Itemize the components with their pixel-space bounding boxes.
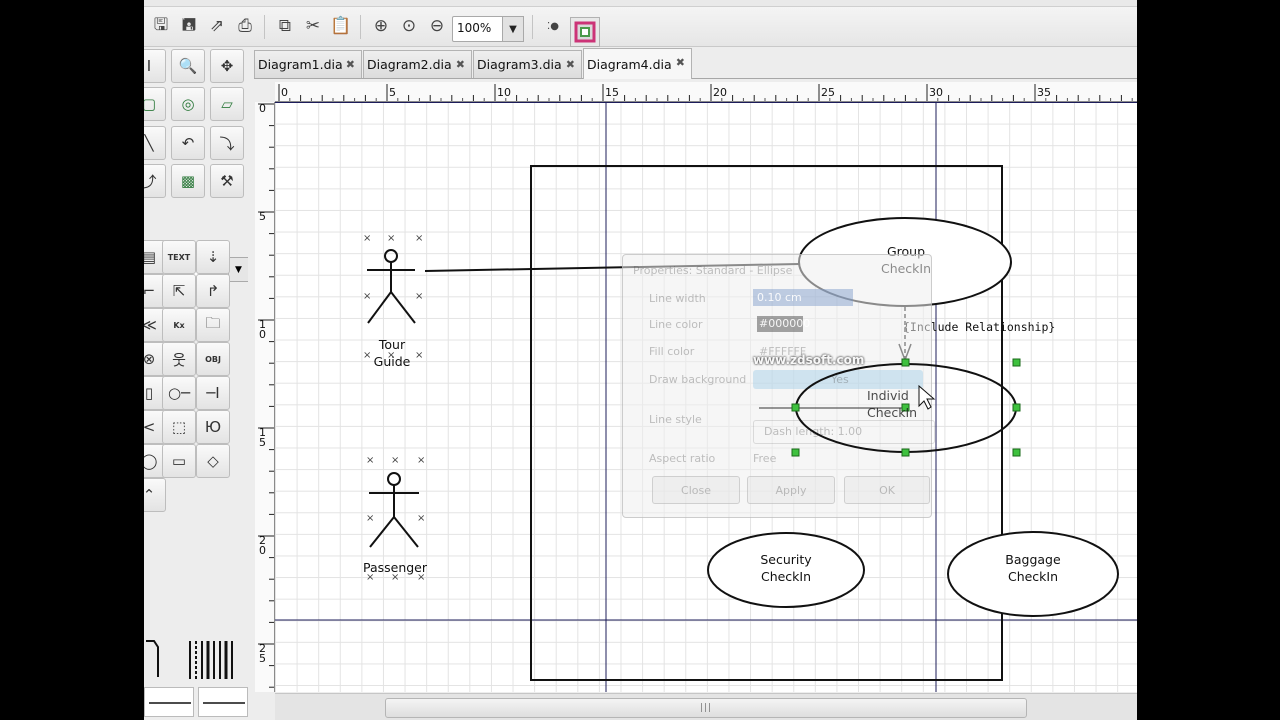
uml-fork-icon[interactable]: ⌃ bbox=[144, 478, 166, 512]
polygon-tool-icon[interactable]: ▱ bbox=[210, 87, 244, 121]
uml-activity-icon[interactable]: ▭ bbox=[162, 444, 196, 478]
ruler-label: 5 bbox=[389, 86, 396, 99]
vertical-ruler: 0510152025 bbox=[255, 102, 275, 692]
close-icon[interactable]: ✖ bbox=[456, 58, 465, 71]
magnify-tool-icon[interactable]: 🔍 bbox=[171, 49, 205, 83]
end-arrow-graphic bbox=[203, 702, 245, 704]
ruler-label: 30 bbox=[929, 86, 943, 99]
toolbar-separator bbox=[360, 15, 361, 39]
horizontal-ruler: 0 5 10 15 20 25 30 35 bbox=[275, 82, 1137, 102]
line-style-preview[interactable] bbox=[144, 637, 248, 681]
tab-diagram2[interactable]: Diagram2.dia ✖ bbox=[363, 50, 472, 78]
cut-icon[interactable]: ✂ bbox=[300, 13, 326, 39]
ruler-label: 25 bbox=[821, 86, 835, 99]
diagram-canvas[interactable]: × × × × × × × × × × × × × × × × Group Se… bbox=[275, 102, 1137, 692]
menubar bbox=[144, 0, 1137, 7]
ruler-label: 10 bbox=[497, 86, 511, 99]
ruler-label: 5 bbox=[259, 436, 266, 449]
close-icon[interactable]: ✖ bbox=[566, 58, 575, 71]
tab-label: Diagram4.dia bbox=[587, 56, 672, 72]
selection-graphic bbox=[759, 358, 1021, 457]
ruler-label: 15 bbox=[605, 86, 619, 99]
uml-decision-icon[interactable]: ◇ bbox=[196, 444, 230, 478]
ruler-label: 5 bbox=[259, 652, 266, 665]
export-icon[interactable]: ⇗ bbox=[204, 13, 230, 39]
zoom-value: 100% bbox=[457, 21, 492, 35]
zoom-in-icon[interactable]: ⊕ bbox=[368, 13, 394, 39]
tab-diagram3[interactable]: Diagram3.dia ✖ bbox=[473, 50, 582, 78]
arc-tool-icon[interactable]: ↶ bbox=[171, 126, 205, 160]
uml-interface-icon[interactable]: ─I bbox=[196, 376, 230, 410]
polyline-tool-icon[interactable]: ⤴ bbox=[144, 164, 166, 198]
outline-tool-icon[interactable]: ⚒ bbox=[210, 164, 244, 198]
uml-message-icon[interactable]: ○─ bbox=[162, 376, 196, 410]
usecase-label: Individ CheckIn bbox=[867, 388, 918, 420]
ruler-label: 0 bbox=[281, 86, 288, 99]
toolbar-separator bbox=[532, 15, 533, 39]
vertical-ruler-graphic: 0510152025 bbox=[258, 102, 274, 688]
copy-icon[interactable]: ⧉ bbox=[272, 13, 298, 39]
tab-label: Diagram2.dia bbox=[367, 57, 452, 72]
ruler-label: 0 bbox=[259, 544, 266, 557]
start-arrow-graphic bbox=[149, 702, 191, 704]
uml-note-text-icon[interactable]: TEXT bbox=[162, 240, 196, 274]
diagram-tabs: Diagram1.dia ✖ Diagram2.dia ✖ Diagram3.d… bbox=[254, 48, 1137, 79]
zoom-dropdown-button[interactable]: ▼ bbox=[502, 16, 524, 42]
uml-node-icon[interactable]: ⬚ bbox=[162, 410, 196, 444]
snap-to-grid-icon[interactable]: ⁚● bbox=[540, 13, 566, 39]
sheet-dropdown-icon[interactable]: ▼ bbox=[228, 258, 248, 281]
zigzag-tool-icon[interactable]: ⤵ bbox=[210, 126, 244, 160]
uml-provided-interface-icon[interactable]: Ю bbox=[196, 410, 230, 444]
box-tool-icon[interactable]: ▢ bbox=[144, 87, 166, 121]
ruler-label: 20 bbox=[713, 86, 727, 99]
ruler-label: 35 bbox=[1037, 86, 1051, 99]
uml-object-icon[interactable]: OBJ bbox=[196, 342, 230, 376]
zoom-out-icon[interactable]: ⊖ bbox=[424, 13, 450, 39]
save-icon[interactable]: 🖫 bbox=[148, 13, 174, 39]
tab-label: Diagram1.dia bbox=[258, 57, 343, 72]
uml-generalization-icon[interactable]: ⇱ bbox=[162, 274, 196, 308]
ruler-label: 5 bbox=[259, 210, 266, 223]
uml-actor-icon[interactable]: 웃 bbox=[162, 342, 196, 376]
uml-association-icon[interactable]: ↱ bbox=[196, 274, 230, 308]
horizontal-scrollbar[interactable]: ||| bbox=[275, 693, 1137, 720]
end-arrow-selector[interactable] bbox=[198, 687, 248, 717]
tab-diagram4[interactable]: Diagram4.dia ✖ bbox=[583, 48, 692, 79]
uml-dependency-icon[interactable]: ⇣ bbox=[196, 240, 230, 274]
dia-window: 🖫 🖪 ⇗ ⎙ ⧉ ✂ 📋 ⊕ ⊙ ⊖ 100% ▼ ⁚● I 🔍 ✥ ▢ ◎ … bbox=[144, 0, 1137, 720]
uml-package-icon[interactable]: 🗀 bbox=[196, 308, 230, 342]
close-icon[interactable]: ✖ bbox=[676, 56, 685, 69]
close-icon[interactable]: ✖ bbox=[346, 58, 355, 71]
ruler-label: 0 bbox=[259, 102, 266, 115]
text-tool-icon[interactable]: I bbox=[144, 49, 166, 83]
image-tool-icon[interactable]: ▩ bbox=[171, 164, 205, 198]
scroll-tool-icon[interactable]: ✥ bbox=[210, 49, 244, 83]
save-as-icon[interactable]: 🖪 bbox=[176, 13, 202, 39]
color-selector-icon[interactable] bbox=[570, 17, 600, 47]
line-tool-icon[interactable]: ╲ bbox=[144, 126, 166, 160]
zoom-fit-icon[interactable]: ⊙ bbox=[396, 13, 422, 39]
paste-icon[interactable]: 📋 bbox=[328, 13, 354, 39]
horizontal-ruler-graphic: 0 5 10 15 20 25 30 35 bbox=[278, 84, 1133, 101]
tab-diagram1[interactable]: Diagram1.dia ✖ bbox=[254, 50, 362, 78]
line-style-graphic bbox=[146, 640, 233, 679]
ruler-label: 0 bbox=[259, 328, 266, 341]
start-arrow-selector[interactable] bbox=[144, 687, 194, 717]
print-icon[interactable]: ⎙ bbox=[232, 13, 258, 39]
tab-label: Diagram3.dia bbox=[477, 57, 562, 72]
color-swatch-graphic bbox=[574, 21, 596, 43]
uml-component-icon[interactable]: Kx bbox=[162, 308, 196, 342]
scrollbar-thumb[interactable]: ||| bbox=[385, 698, 1027, 718]
toolbox: I 🔍 ✥ ▢ ◎ ▱ ╲ ↶ ⤵ ⤴ ▩ ⚒ ▼ ▤ TEXT ⇣ ⌐ ⇱ ↱… bbox=[144, 47, 252, 720]
toolbar: 🖫 🖪 ⇗ ⎙ ⧉ ✂ 📋 ⊕ ⊙ ⊖ 100% ▼ ⁚● bbox=[144, 7, 1137, 47]
ellipse-tool-icon[interactable]: ◎ bbox=[171, 87, 205, 121]
toolbar-separator bbox=[264, 15, 265, 39]
